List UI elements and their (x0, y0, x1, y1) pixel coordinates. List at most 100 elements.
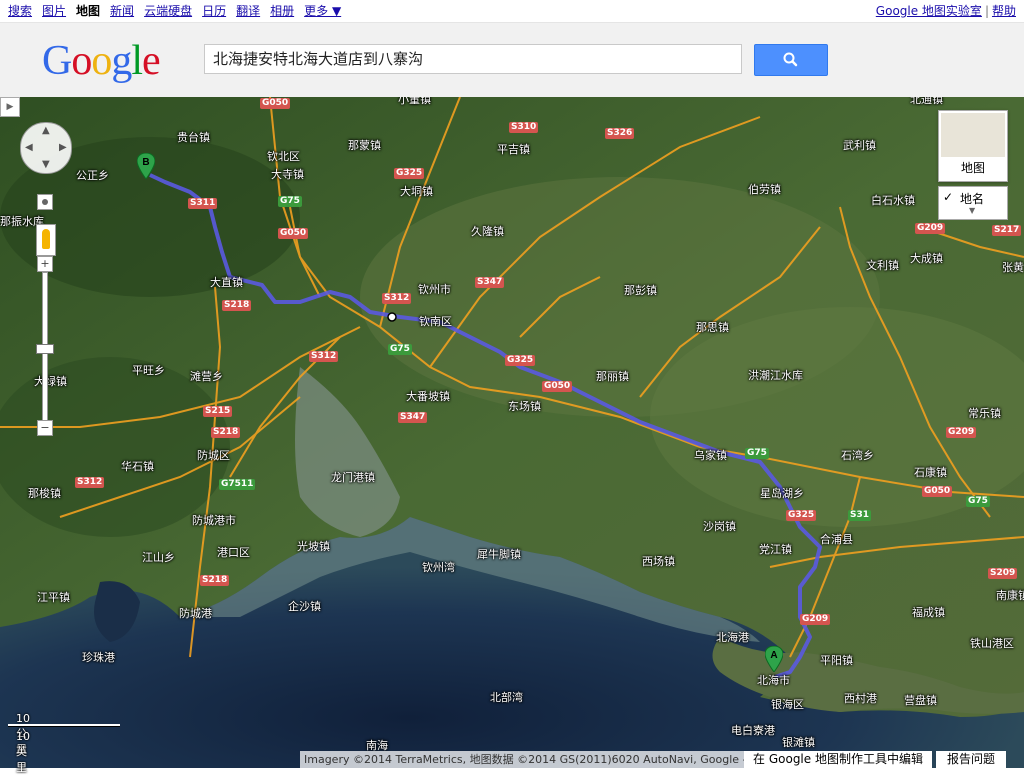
road-shield: S218 (211, 427, 241, 438)
edit-in-map-maker-link[interactable]: 在 Google 地图制作工具中编辑 (744, 751, 932, 768)
rotate-button[interactable] (37, 194, 53, 210)
place-label: 龙门港镇 (331, 471, 375, 484)
place-label: 那彭镇 (624, 284, 657, 297)
place-label: 北通镇 (910, 97, 943, 106)
road-shield: S347 (475, 277, 505, 288)
place-label: 西场镇 (642, 555, 675, 568)
road-shield: G209 (946, 427, 977, 438)
place-label: 乌家镇 (694, 449, 727, 462)
place-label: 江平镇 (37, 591, 70, 604)
place-label: 北部湾 (490, 691, 523, 704)
place-label: 防城区 (197, 449, 230, 462)
chevron-down-icon: ▼ (969, 206, 976, 215)
place-label: 北海港 (716, 631, 749, 644)
place-label: 平阳镇 (820, 654, 853, 667)
top-nav: 搜索 图片 地图 新闻 云端硬盘 日历 翻译 相册 更多 ▼ (8, 2, 341, 19)
road-shield: G75 (388, 344, 412, 355)
road-shield: S31 (848, 510, 872, 521)
road-shield: G050 (922, 486, 953, 497)
nav-images[interactable]: 图片 (42, 2, 66, 19)
pan-control[interactable]: ▲ ▼ ◀ ▶ (20, 122, 72, 174)
pan-down-icon[interactable]: ▼ (42, 159, 50, 170)
report-problem-link[interactable]: 报告问题 (936, 751, 1006, 768)
maps-labs-link[interactable]: Google 地图实验室 (876, 4, 982, 18)
road-shield: S326 (605, 128, 635, 139)
nav-maps[interactable]: 地图 (76, 2, 100, 19)
search-input[interactable]: 北海捷安特北海大道店到八寨沟 (204, 44, 742, 74)
place-label: 石湾乡 (841, 449, 874, 462)
nav-drive[interactable]: 云端硬盘 (144, 2, 192, 19)
map-type-button[interactable]: 地图 (938, 110, 1008, 182)
place-label: 福成镇 (912, 606, 945, 619)
start-marker-a[interactable]: A (765, 646, 783, 672)
check-icon: ✓ (943, 190, 954, 204)
nav-photos[interactable]: 相册 (270, 2, 294, 19)
search-button[interactable] (754, 44, 828, 76)
help-link[interactable]: 帮助 (992, 4, 1016, 18)
place-label: 西村港 (844, 692, 877, 705)
google-logo[interactable]: Google (42, 37, 161, 85)
place-label: 沙岗镇 (703, 520, 736, 533)
road-shield: S215 (203, 406, 233, 417)
place-label: 武利镇 (843, 139, 876, 152)
road-shield: G75 (966, 496, 990, 507)
place-label: 小董镇 (398, 97, 431, 106)
labels-toggle[interactable]: ✓ 地名 ▼ (938, 186, 1008, 220)
place-label: 久隆镇 (471, 225, 504, 238)
place-label: 星岛湖乡 (760, 487, 804, 500)
place-label: 江山乡 (142, 551, 175, 564)
place-label: 北海市 (757, 674, 790, 687)
nav-calendar[interactable]: 日历 (202, 2, 226, 19)
place-label: 钦州市 (418, 283, 451, 296)
pan-up-icon[interactable]: ▲ (42, 125, 50, 136)
place-label: 港口区 (217, 546, 250, 559)
place-label: 珍珠港 (82, 651, 115, 664)
place-label: 那丽镇 (596, 370, 629, 383)
scale-line (8, 724, 120, 727)
place-label: 大成镇 (910, 252, 943, 265)
pan-right-icon[interactable]: ▶ (59, 142, 67, 153)
road-shield: G7511 (219, 479, 256, 490)
place-label: 白石水镇 (871, 194, 915, 207)
road-shield: G050 (542, 381, 573, 392)
expand-panel-button[interactable]: ▶ (0, 97, 20, 117)
start-marker-letter: A (770, 650, 777, 661)
labels-toggle-text: 地名 (960, 192, 985, 206)
place-label: 滩营乡 (190, 370, 223, 383)
place-label: 钦南区 (419, 315, 452, 328)
nav-more[interactable]: 更多 ▼ (304, 2, 341, 19)
pegman-icon[interactable] (36, 224, 56, 256)
nav-news[interactable]: 新闻 (110, 2, 134, 19)
place-label: 大番坡镇 (406, 390, 450, 403)
road-shield: S311 (188, 198, 218, 209)
place-label: 张黄 (1002, 261, 1024, 274)
place-label: 石康镇 (914, 466, 947, 479)
place-label: 企沙镇 (288, 600, 321, 613)
zoom-in-button[interactable]: + (37, 256, 53, 272)
place-label: 大绿镇 (34, 375, 67, 388)
place-label: 文利镇 (866, 259, 899, 272)
road-shield: G209 (915, 223, 946, 234)
scale-imperial: 10 英里 (16, 730, 30, 774)
nav-translate[interactable]: 翻译 (236, 2, 260, 19)
place-label: 平吉镇 (497, 143, 530, 156)
road-shield: S209 (988, 568, 1018, 579)
road-shield: G050 (260, 98, 291, 109)
place-label: 党江镇 (759, 543, 792, 556)
map-canvas[interactable]: 贵台镇 公正乡 钦北区 大寺镇 那蒙镇 大垌镇 平吉镇 伯劳镇 武利镇 白石水镇… (0, 97, 1024, 768)
end-marker-b[interactable]: B (137, 153, 155, 179)
zoom-slider-thumb[interactable] (36, 344, 54, 354)
top-right-links: Google 地图实验室 | 帮助 (876, 2, 1016, 19)
place-label: 贵台镇 (177, 131, 210, 144)
road-shield: S218 (222, 300, 252, 311)
nav-search[interactable]: 搜索 (8, 2, 32, 19)
place-label: 钦州湾 (422, 561, 455, 574)
road-shield: G75 (745, 448, 769, 459)
place-label: 营盘镇 (904, 694, 937, 707)
road-shield: S312 (309, 351, 339, 362)
pan-left-icon[interactable]: ◀ (25, 142, 33, 153)
place-label: 大直镇 (210, 276, 243, 289)
zoom-out-button[interactable]: − (37, 420, 53, 436)
place-label: 电白寮港 (731, 724, 775, 737)
end-marker-letter: B (142, 157, 149, 168)
